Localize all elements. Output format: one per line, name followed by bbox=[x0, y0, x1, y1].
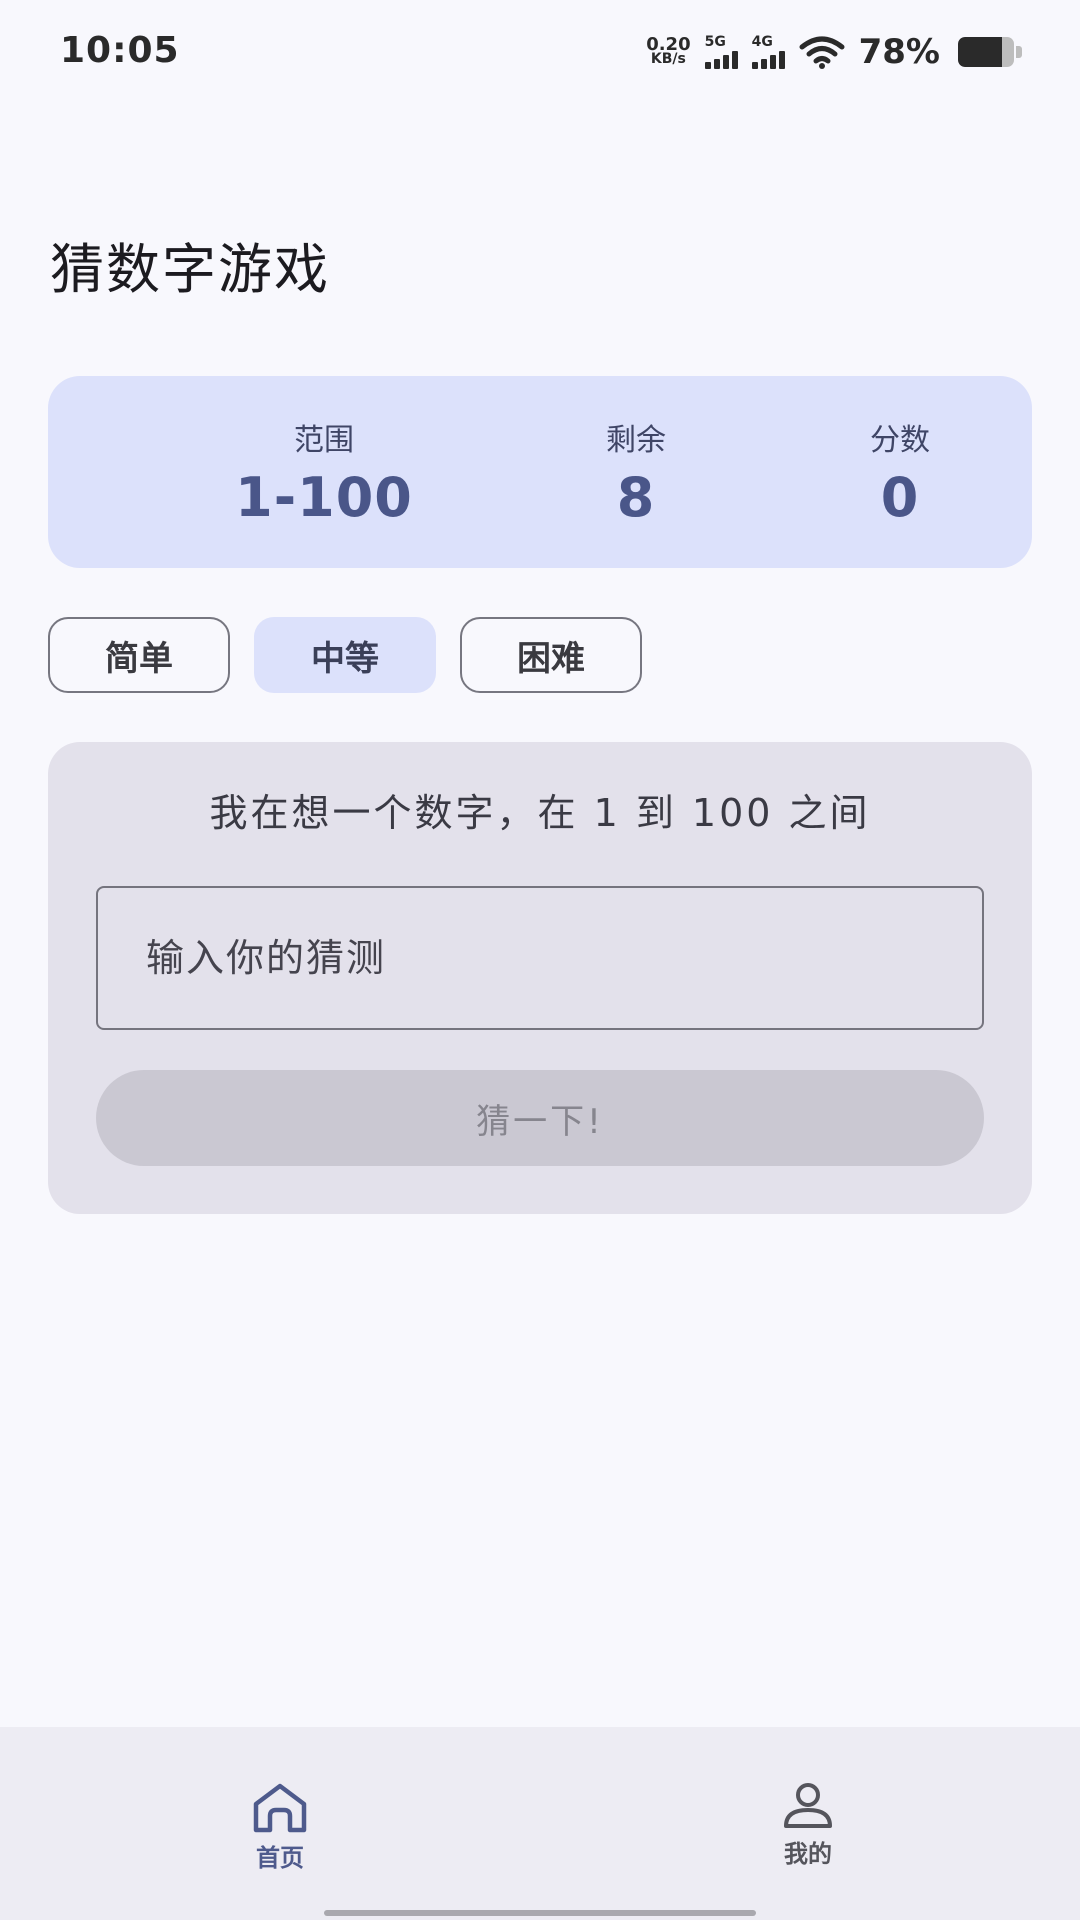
person-icon bbox=[784, 1783, 832, 1828]
battery-fill bbox=[958, 37, 1002, 67]
signal-bars-icon bbox=[704, 51, 738, 69]
app-screen: 10:05 0.20 KB/s 5G 4G 78% 猜数字游戏 范围 1-100… bbox=[0, 0, 1080, 1920]
guess-input[interactable] bbox=[96, 886, 984, 1030]
network-speed: 0.20 KB/s bbox=[646, 34, 691, 67]
difficulty-chip-hard[interactable]: 困难 bbox=[460, 617, 642, 693]
stat-score-value: 0 bbox=[880, 466, 920, 529]
difficulty-chip-medium[interactable]: 中等 bbox=[254, 617, 436, 693]
battery-icon bbox=[958, 37, 1014, 67]
nav-label-profile: 我的 bbox=[784, 1840, 832, 1868]
game-hint: 我在想一个数字，在 1 到 100 之间 bbox=[209, 791, 871, 835]
stats-card: 范围 1-100 剩余 8 分数 0 bbox=[48, 376, 1032, 568]
stat-remaining: 剩余 8 bbox=[506, 422, 766, 530]
stat-range-label: 范围 bbox=[294, 423, 354, 458]
home-icon bbox=[253, 1783, 307, 1833]
signal-4g: 4G bbox=[751, 34, 785, 69]
status-bar: 10:05 0.20 KB/s 5G 4G 78% bbox=[0, 0, 1080, 100]
guess-button[interactable]: 猜一下! bbox=[96, 1070, 984, 1166]
stat-remaining-value: 8 bbox=[616, 466, 656, 529]
network-speed-unit: KB/s bbox=[650, 51, 686, 67]
nav-label-home: 首页 bbox=[256, 1844, 304, 1872]
signal-5g-label: 5G bbox=[704, 34, 726, 50]
battery-cap bbox=[1016, 46, 1022, 58]
stat-remaining-label: 剩余 bbox=[606, 423, 666, 458]
signal-4g-label: 4G bbox=[751, 34, 773, 50]
status-time: 10:05 bbox=[60, 30, 180, 71]
stat-range-value: 1-100 bbox=[235, 466, 413, 529]
difficulty-chip-easy[interactable]: 简单 bbox=[48, 617, 230, 693]
network-speed-value: 0.20 bbox=[646, 34, 691, 55]
wifi-icon bbox=[799, 36, 845, 69]
signal-bars-icon bbox=[751, 51, 785, 69]
nav-item-profile[interactable]: 我的 bbox=[708, 1782, 908, 1869]
nav-item-home[interactable]: 首页 bbox=[180, 1782, 380, 1873]
game-card: 我在想一个数字，在 1 到 100 之间 猜一下! bbox=[48, 742, 1032, 1214]
battery-percent: 78% bbox=[858, 32, 940, 72]
bottom-nav: 首页 我的 bbox=[0, 1727, 1080, 1920]
stat-score: 分数 0 bbox=[770, 422, 1030, 530]
stat-score-label: 分数 bbox=[870, 423, 930, 458]
page-title: 猜数字游戏 bbox=[50, 238, 330, 301]
home-indicator[interactable] bbox=[324, 1910, 756, 1916]
stat-range: 范围 1-100 bbox=[194, 422, 454, 530]
signal-5g: 5G bbox=[704, 34, 738, 69]
status-icons: 0.20 KB/s 5G 4G 78% bbox=[646, 30, 1022, 74]
